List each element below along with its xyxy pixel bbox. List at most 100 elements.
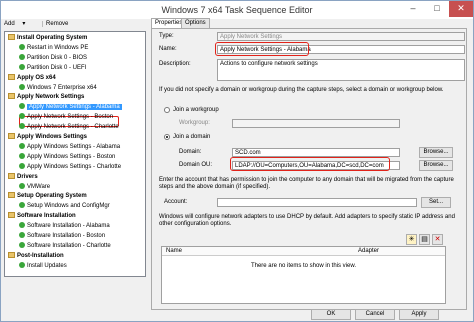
tree-group-4[interactable]: Apply OS x64	[8, 73, 56, 83]
check-icon	[19, 103, 25, 110]
tree-item-label: Apply Network Settings - Alabama	[27, 104, 122, 111]
type-field: Apply Network Settings	[217, 32, 465, 41]
tree-step-19[interactable]: Software Installation - Alabama	[19, 222, 110, 231]
join-workgroup-label: Join a workgroup	[173, 107, 219, 113]
tree-step-1[interactable]: Restart in Windows PE	[19, 43, 89, 53]
tree-item-label: Apply OS x64	[17, 74, 56, 81]
task-sequence-editor-window: Windows 7 x64 Task Sequence Editor – □ ✕…	[0, 0, 474, 322]
ok-button[interactable]: OK	[311, 309, 351, 320]
grid-col-adapter[interactable]: Adapter	[358, 247, 379, 255]
task-sequence-tree[interactable]: Install Operating System Restart in Windo…	[4, 31, 146, 277]
domain-browse-button[interactable]: Browse...	[419, 147, 453, 158]
tree-item-label: Setup Windows and ConfigMgr	[27, 203, 110, 210]
tree-step-15[interactable]: VMWare	[19, 182, 50, 192]
tree-item-label: Install Operating System	[17, 35, 88, 41]
check-icon	[19, 261, 25, 268]
tree-item-label: Apply Windows Settings	[17, 134, 87, 140]
tree-group-10[interactable]: Apply Windows Settings	[8, 133, 87, 142]
description-field[interactable]: Actions to configure network settings	[217, 59, 465, 81]
remove-button[interactable]: Remove	[46, 21, 68, 27]
tree-step-20[interactable]: Software Installation - Boston	[19, 232, 105, 241]
new-adapter-icon[interactable]: ✳	[406, 234, 417, 245]
domain-ou-highlight	[230, 157, 390, 171]
check-icon	[19, 83, 25, 90]
join-domain-radio[interactable]	[164, 134, 170, 140]
add-button[interactable]: Add ▾	[4, 21, 31, 27]
check-icon	[19, 232, 25, 238]
tree-step-8[interactable]: Apply Network Settings - Boston	[19, 113, 113, 122]
tree-step-3[interactable]: Partition Disk 0 - UEFI	[19, 63, 87, 73]
tree-step-21[interactable]: Software Installation - Charlotte	[19, 241, 111, 251]
tree-group-22[interactable]: Post-Installation	[8, 251, 64, 261]
grid-empty-message: There are no items to show in this view.	[250, 263, 357, 269]
dhcp-text: Windows will configure network adapters …	[159, 214, 455, 227]
tree-item-label: Partition Disk 0 - BIOS	[27, 54, 88, 61]
minimize-icon[interactable]: –	[401, 1, 425, 17]
tree-step-23[interactable]: Install Updates	[19, 261, 67, 271]
add-label: Add	[4, 21, 15, 27]
check-icon	[19, 162, 25, 169]
title-bar: Windows 7 x64 Task Sequence Editor – □ ✕	[1, 1, 473, 19]
domain-field[interactable]: SCD.com	[232, 148, 400, 157]
name-highlight	[215, 42, 309, 56]
tree-step-17[interactable]: Setup Windows and ConfigMgr	[19, 202, 110, 211]
folder-icon	[8, 73, 15, 80]
domain-label: Domain:	[179, 149, 202, 155]
tab-options[interactable]: Options	[181, 18, 210, 28]
tree-step-7[interactable]: Apply Network Settings - Alabama	[19, 103, 122, 112]
tree-item-label: Install Updates	[27, 262, 67, 269]
check-icon	[19, 152, 25, 159]
folder-icon	[8, 251, 15, 258]
tree-group-0[interactable]: Install Operating System	[8, 34, 87, 43]
properties-icon[interactable]: ▤	[419, 234, 430, 245]
folder-icon	[8, 34, 15, 40]
tree-step-13[interactable]: Apply Windows Settings - Charlotte	[19, 162, 122, 172]
domain-ou-browse-button[interactable]: Browse...	[419, 160, 453, 171]
tree-group-16[interactable]: Setup Operating System	[8, 192, 87, 201]
check-icon	[19, 241, 25, 248]
name-label: Name:	[159, 46, 177, 52]
tree-step-9[interactable]: Apply Network Settings - Charlotte	[19, 123, 119, 132]
grid-header: Name Adapter	[162, 247, 445, 256]
set-account-button[interactable]: Set...	[421, 197, 451, 208]
apply-button[interactable]: Apply	[399, 309, 439, 320]
workgroup-field[interactable]	[232, 119, 400, 128]
folder-icon	[8, 133, 15, 139]
tree-step-2[interactable]: Partition Disk 0 - BIOS	[19, 53, 88, 63]
tree-item-label: Partition Disk 0 - UEFI	[27, 64, 87, 71]
tree-step-5[interactable]: Windows 7 Enterprise x64	[19, 83, 97, 93]
tree-item-label: Apply Windows Settings - Charlotte	[27, 163, 122, 170]
domain-ou-label: Domain OU:	[179, 162, 213, 168]
tree-item-label: Drivers	[17, 173, 38, 180]
tree-item-label: Apply Network Settings	[17, 94, 85, 101]
toolbar-divider	[42, 21, 44, 27]
folder-icon	[8, 172, 15, 179]
check-icon	[19, 113, 25, 120]
delete-icon[interactable]: ✕	[432, 234, 443, 245]
join-domain-label: Join a domain	[173, 134, 211, 140]
tree-step-12[interactable]: Apply Windows Settings - Boston	[19, 152, 115, 162]
tree-item-label: Software Installation - Alabama	[27, 223, 110, 230]
grid-col-name[interactable]: Name	[166, 247, 182, 255]
tree-item-label: Apply Network Settings - Boston	[27, 114, 114, 121]
check-icon	[19, 202, 25, 209]
account-text: Enter the account that has permission to…	[159, 177, 454, 190]
check-icon	[19, 222, 25, 229]
folder-icon	[8, 192, 15, 199]
tree-group-18[interactable]: Software Installation	[8, 212, 76, 221]
tree-group-6[interactable]: Apply Network Settings	[8, 93, 84, 102]
adapter-grid[interactable]: Name Adapter There are no items to show …	[161, 246, 446, 304]
tree-item-label: Restart in Windows PE	[27, 44, 89, 51]
maximize-icon[interactable]: □	[425, 1, 449, 17]
tree-group-14[interactable]: Drivers	[8, 172, 38, 182]
close-icon[interactable]: ✕	[449, 1, 473, 17]
join-workgroup-radio[interactable]	[164, 107, 170, 113]
tree-item-label: Software Installation - Charlotte	[27, 242, 111, 249]
cancel-button[interactable]: Cancel	[355, 309, 395, 320]
tree-step-11[interactable]: Apply Windows Settings - Alabama	[19, 142, 120, 152]
tree-item-label: Windows 7 Enterprise x64	[27, 84, 97, 91]
description-label: Description:	[159, 61, 191, 67]
account-field[interactable]	[217, 198, 417, 207]
check-icon	[19, 43, 25, 50]
toolbar: Add ▾ Remove	[4, 20, 74, 30]
